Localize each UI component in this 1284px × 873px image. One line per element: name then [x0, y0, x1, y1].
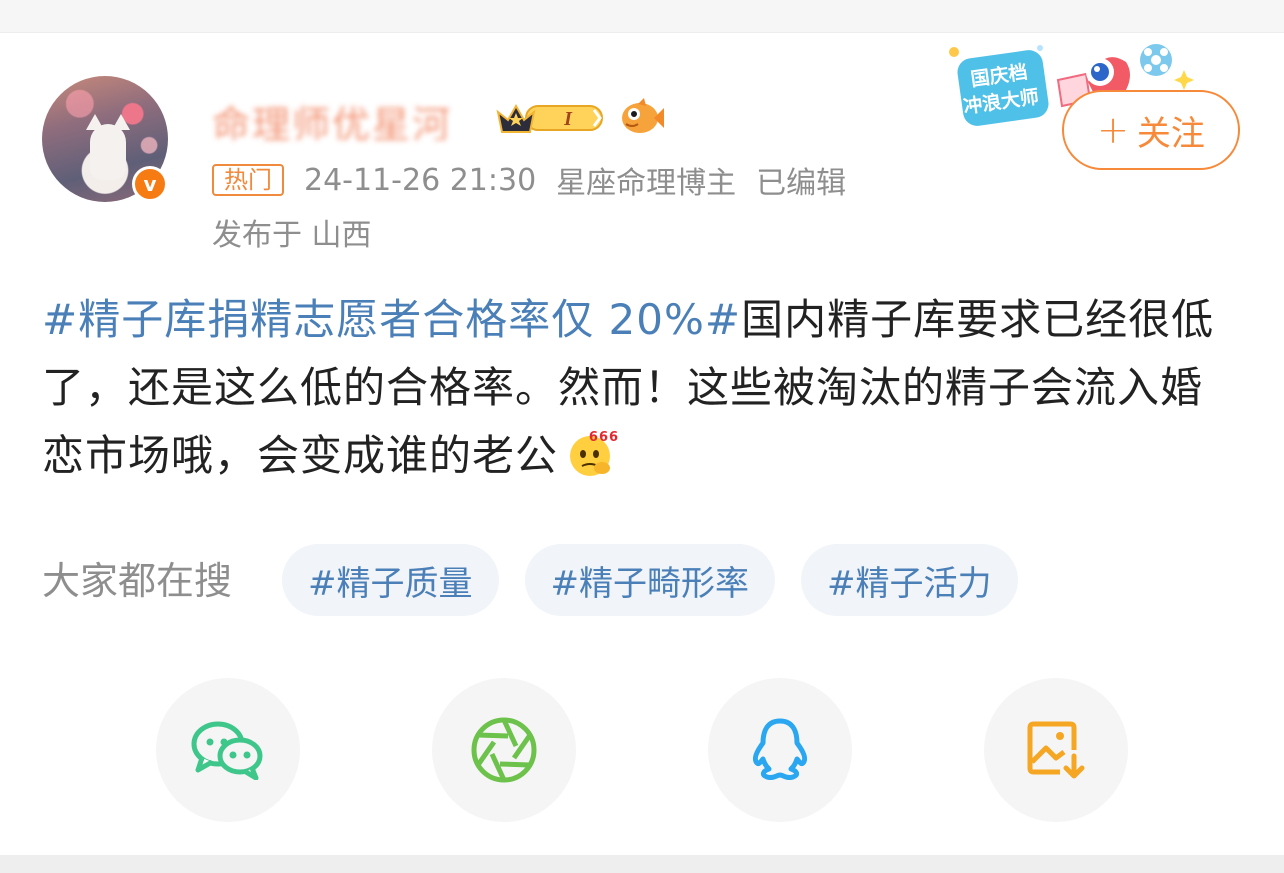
qq-icon	[752, 718, 808, 781]
hot-tag: 热门	[212, 164, 284, 196]
post-hashtag-link[interactable]: #精子库捐精志愿者合格率仅 20%#	[42, 295, 741, 344]
emoji-666-text: 666	[589, 430, 619, 445]
search-chip[interactable]: #精子质量	[282, 544, 499, 616]
follow-button-label: 关注	[1136, 113, 1205, 154]
moments-icon	[471, 717, 537, 783]
username[interactable]: 命理师优星河	[212, 96, 452, 140]
save-image-icon	[1027, 721, 1085, 779]
trending-search-label: 大家都在搜	[42, 559, 233, 603]
search-chip[interactable]: #精子活力	[801, 544, 1018, 616]
fish-icon	[622, 98, 664, 133]
emoji-666-thinking-icon: 666	[570, 430, 619, 476]
post-meta-row: 热门 24-11-26 21:30 星座命理博主 已编辑	[212, 158, 846, 202]
share-qq-button[interactable]	[708, 678, 852, 822]
share-moments-button[interactable]	[432, 678, 576, 822]
trending-search-chips: #精子质量 #精子畸形率 #精子活力	[282, 544, 1044, 616]
verified-badge-icon: v	[132, 166, 168, 202]
bottom-divider	[0, 855, 1284, 873]
save-image-button[interactable]	[984, 678, 1128, 822]
share-wechat-button[interactable]	[156, 678, 300, 822]
author-role: 星座命理博主	[556, 166, 737, 201]
top-status-area	[0, 0, 1284, 33]
search-chip[interactable]: #精子畸形率	[524, 544, 775, 616]
timestamp: 24-11-26 21:30	[304, 162, 537, 198]
avatar-cat-illustration	[86, 114, 130, 180]
crown-level-badge-icon[interactable]: I	[496, 98, 608, 136]
plus-icon: +	[1097, 108, 1129, 152]
post-location: 发布于 山西	[212, 218, 372, 253]
follow-button[interactable]: + 关注	[1062, 90, 1240, 170]
edited-label[interactable]: 已编辑	[756, 158, 846, 202]
post-body: #精子库捐精志愿者合格率仅 20%#国内精子库要求已经很低了，还是这么低的合格率…	[42, 286, 1242, 490]
level-badge-text: I	[563, 108, 573, 130]
wechat-icon	[191, 721, 263, 780]
